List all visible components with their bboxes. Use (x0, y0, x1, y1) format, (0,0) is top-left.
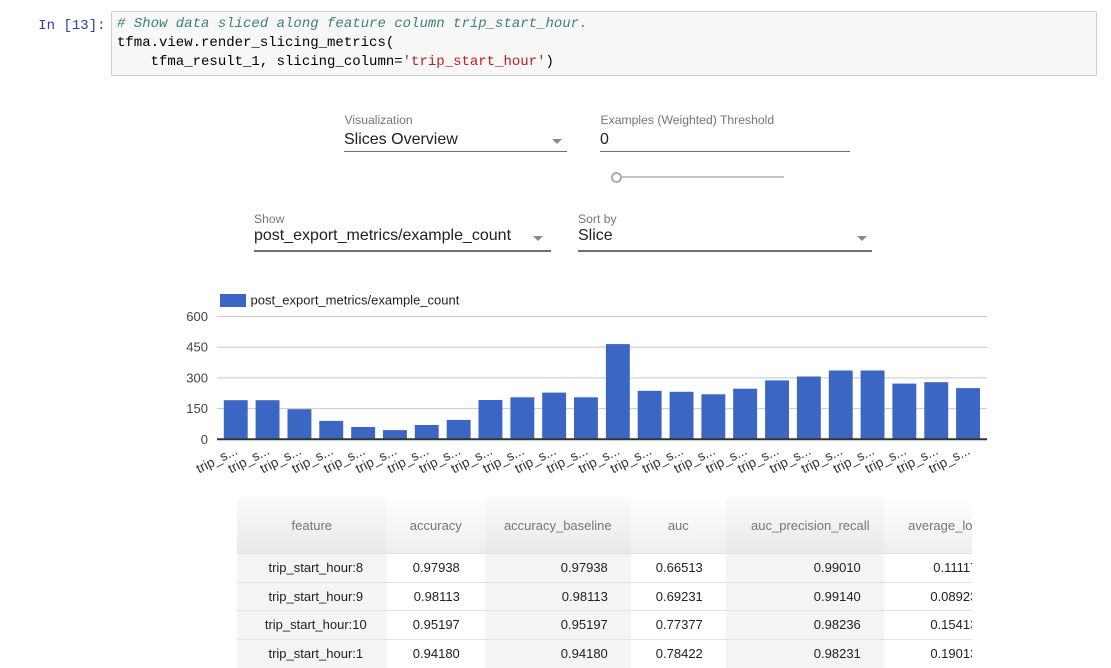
svg-text:600: 600 (186, 309, 208, 324)
svg-text:150: 150 (186, 401, 208, 416)
svg-text:0: 0 (201, 432, 208, 447)
svg-text:450: 450 (186, 340, 208, 355)
svg-text:post_export_metrics/example_co: post_export_metrics/example_count (251, 293, 460, 308)
svg-text:300: 300 (186, 370, 208, 385)
